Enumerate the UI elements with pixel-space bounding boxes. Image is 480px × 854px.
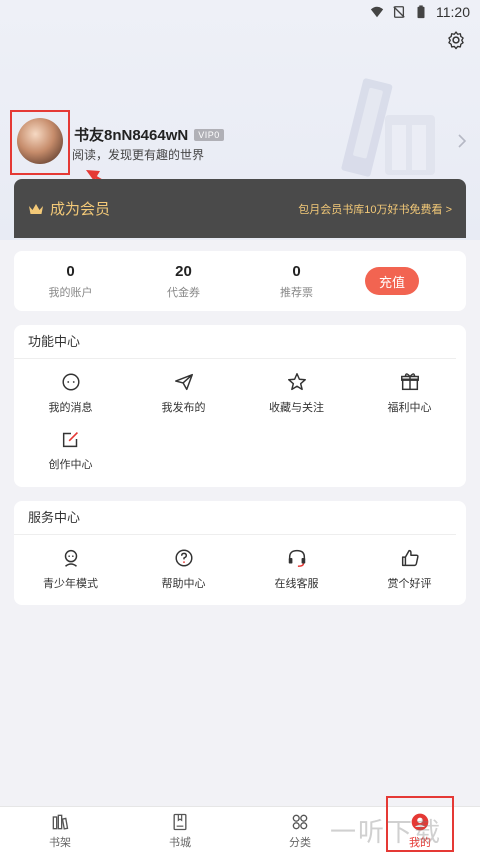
- gift-icon: [400, 373, 419, 391]
- member-promo-link[interactable]: 包月会员书库10万好书免费看 >: [298, 201, 452, 217]
- stat-label: 代金券: [167, 286, 200, 299]
- tab-highlight-box: [386, 796, 454, 852]
- thumbs-up-icon: [401, 549, 419, 567]
- bookstore-icon: [173, 813, 187, 830]
- function-center-card: 功能中心 我的消息 我发布的 收藏与关注 福利中心 创作中心: [14, 325, 466, 487]
- service-center-title: 服务中心: [14, 501, 456, 535]
- func-item-label: 创作中心: [48, 459, 93, 471]
- recharge-button[interactable]: 充值: [365, 267, 419, 295]
- func-item-label: 我的消息: [48, 402, 93, 414]
- category-icon: [292, 814, 308, 829]
- tab-bookshelf[interactable]: 书架: [0, 807, 120, 854]
- stat-label: 我的账户: [48, 286, 93, 299]
- chevron-right-icon[interactable]: [456, 133, 468, 149]
- func-item-creation[interactable]: 创作中心: [14, 428, 127, 485]
- svc-item-online-service[interactable]: 在线客服: [240, 547, 353, 604]
- help-icon: [174, 549, 193, 567]
- stat-label: 推荐票: [280, 286, 313, 299]
- stat-vouchers[interactable]: 20 代金券: [127, 263, 240, 300]
- svc-item-label: 青少年模式: [43, 578, 98, 590]
- func-item-welfare[interactable]: 福利中心: [353, 371, 466, 428]
- svc-item-label: 帮助中心: [161, 578, 206, 590]
- member-banner[interactable]: 成为会员 包月会员书库10万好书免费看 >: [14, 179, 466, 238]
- func-item-published[interactable]: 我发布的: [127, 371, 240, 428]
- func-item-label: 收藏与关注: [269, 402, 324, 414]
- headset-icon: [288, 549, 305, 567]
- bookshelf-icon: [52, 814, 69, 830]
- crown-icon: [29, 203, 43, 214]
- stat-value: 0: [292, 262, 301, 280]
- avatar[interactable]: [17, 118, 63, 164]
- settings-gear-icon[interactable]: [446, 30, 466, 50]
- no-sim-icon: [393, 6, 405, 18]
- svc-item-teen-mode[interactable]: 青少年模式: [14, 547, 127, 604]
- message-icon: [61, 373, 80, 391]
- tab-category[interactable]: 分类: [240, 807, 360, 854]
- username-text: 书友8nN8464wN: [74, 127, 189, 144]
- svc-item-help[interactable]: 帮助中心: [127, 547, 240, 604]
- function-center-title: 功能中心: [14, 325, 456, 359]
- profile-slogan: 阅读，发现更有趣的世界: [72, 148, 205, 162]
- books-decoration-icon: [341, 78, 435, 177]
- stat-value: 0: [66, 262, 75, 280]
- edit-icon: [62, 431, 78, 448]
- svc-item-label: 赏个好评: [387, 578, 432, 590]
- tab-label: 分类: [289, 836, 311, 849]
- service-center-card: 服务中心 青少年模式 帮助中心 在线客服 赏个好评: [14, 501, 466, 605]
- svc-item-rate-us[interactable]: 赏个好评: [353, 547, 466, 604]
- func-item-messages[interactable]: 我的消息: [14, 371, 127, 428]
- avatar-highlight-box: [10, 110, 70, 175]
- member-label: 成为会员: [50, 201, 111, 218]
- account-stats-card: 0 我的账户 20 代金券 0 推荐票 充值: [14, 251, 466, 311]
- paper-plane-icon: [174, 373, 193, 391]
- vip-badge: VIP0: [194, 128, 224, 141]
- teen-mode-icon: [64, 549, 77, 567]
- stat-value: 20: [175, 262, 192, 280]
- star-icon: [287, 373, 306, 391]
- status-time: 11:20: [436, 4, 470, 20]
- wifi-icon: [370, 6, 384, 18]
- stat-recommend-tickets[interactable]: 0 推荐票: [240, 263, 353, 300]
- battery-icon: [417, 5, 425, 19]
- func-item-label: 福利中心: [387, 402, 432, 414]
- svc-item-label: 在线客服: [274, 578, 319, 590]
- username[interactable]: 书友8nN8464wN VIP0: [74, 124, 224, 145]
- func-item-favorites[interactable]: 收藏与关注: [240, 371, 353, 428]
- tab-label: 书城: [169, 836, 191, 849]
- status-bar: 11:20: [0, 0, 480, 24]
- tab-bookstore[interactable]: 书城: [120, 807, 240, 854]
- stat-account[interactable]: 0 我的账户: [14, 263, 127, 300]
- func-item-label: 我发布的: [161, 402, 206, 414]
- tab-label: 书架: [49, 836, 71, 849]
